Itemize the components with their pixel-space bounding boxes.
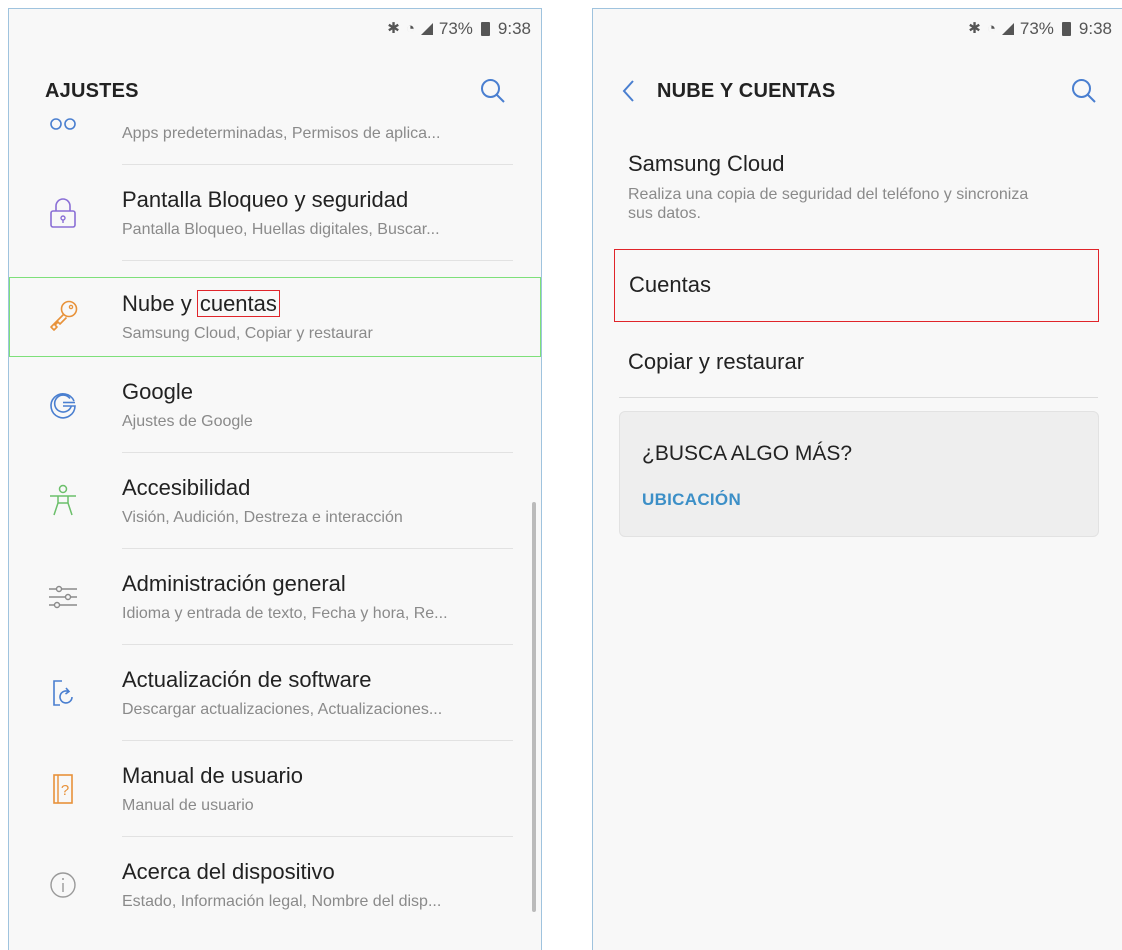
clock: 9:38 [497, 19, 531, 38]
list-item-google[interactable]: Google Ajustes de Google [9, 357, 541, 453]
list-item-general-management[interactable]: Administración general Idioma y entrada … [9, 549, 541, 645]
highlighted-word: cuentas [196, 290, 280, 317]
list-item-accounts[interactable]: Cuentas [614, 249, 1099, 322]
list-item-title: Copiar y restaurar [628, 349, 805, 374]
list-item-subtitle: Realiza una copia de seguridad del teléf… [628, 186, 1029, 222]
list-item-subtitle: Samsung Cloud, Copiar y restaurar [122, 325, 373, 342]
battery-percent: 73% [1019, 19, 1054, 38]
wifi-icon: ◔ [986, 20, 996, 37]
info-icon [45, 867, 81, 903]
key-icon [45, 297, 81, 333]
list-item-title: Manual de usuario [122, 763, 304, 788]
list-item-subtitle: Visión, Audición, Destreza e interacción [122, 509, 403, 526]
list-item-subtitle: Apps predeterminadas, Permisos de aplica… [122, 125, 441, 142]
settings-screen: ✱ ◔ 73% 9:38 AJUSTES Apps predeterminada… [8, 8, 542, 950]
scrollbar[interactable] [532, 502, 536, 912]
signal-icon [420, 23, 433, 35]
list-item-user-manual[interactable]: ? Manual de usuario Manual de usuario [9, 741, 541, 837]
search-icon[interactable] [1070, 77, 1098, 105]
list-item-subtitle: Estado, Información legal, Nombre del di… [122, 893, 442, 910]
list-item-apps[interactable]: Apps predeterminadas, Permisos de aplica… [9, 117, 541, 165]
divider [619, 397, 1098, 398]
status-bar: ✱ ◔ 73% 9:38 [387, 9, 531, 49]
list-item-title: Google [122, 379, 193, 404]
battery-icon [1061, 22, 1071, 36]
manual-icon: ? [45, 771, 81, 807]
clock: 9:38 [1078, 19, 1112, 38]
signal-icon [1001, 23, 1014, 35]
list-item-cloud-accounts[interactable]: Nube y cuentas Samsung Cloud, Copiar y r… [9, 277, 541, 357]
location-link[interactable]: UBICACIÓN [642, 490, 741, 510]
page-title: NUBE Y CUENTAS [657, 79, 836, 102]
cloud-accounts-list: Samsung Cloud Realiza una copia de segur… [593, 117, 1122, 950]
suggestion-card: ¿BUSCA ALGO MÁS? UBICACIÓN [619, 411, 1099, 537]
search-icon[interactable] [479, 77, 507, 105]
battery-icon [480, 22, 490, 36]
sliders-icon [45, 579, 81, 615]
list-item-about-device[interactable]: Acerca del dispositivo Estado, Informaci… [9, 837, 541, 933]
google-icon [45, 387, 81, 423]
svg-text:?: ? [61, 782, 69, 799]
list-item-title: Pantalla Bloqueo y seguridad [122, 187, 409, 212]
card-question: ¿BUSCA ALGO MÁS? [642, 442, 853, 465]
lock-icon [45, 195, 81, 231]
list-item-subtitle: Pantalla Bloqueo, Huellas digitales, Bus… [122, 221, 440, 238]
back-arrow-icon[interactable] [621, 77, 641, 105]
list-item-title: Acerca del dispositivo [122, 859, 335, 884]
title-prefix: Nube y [122, 291, 198, 316]
list-item-subtitle: Descargar actualizaciones, Actualizacion… [122, 701, 443, 718]
list-item-title: Samsung Cloud [628, 151, 785, 176]
list-item-accessibility[interactable]: Accesibilidad Visión, Audición, Destreza… [9, 453, 541, 549]
list-item-title: Accesibilidad [122, 475, 251, 500]
bluetooth-icon: ✱ [968, 20, 981, 37]
battery-percent: 73% [438, 19, 473, 38]
settings-list: Apps predeterminadas, Permisos de aplica… [9, 117, 541, 950]
accessibility-icon [45, 483, 81, 519]
list-item-subtitle: Ajustes de Google [122, 413, 253, 430]
cloud-accounts-screen: ✱ ◔ 73% 9:38 NUBE Y CUENTAS Samsung Clou… [592, 8, 1122, 950]
bluetooth-icon: ✱ [387, 20, 400, 37]
app-bar: AJUSTES [9, 65, 541, 117]
list-item-subtitle: Idioma y entrada de texto, Fecha y hora,… [122, 605, 448, 622]
page-title: AJUSTES [45, 79, 139, 102]
list-item-lock-security[interactable]: Pantalla Bloqueo y seguridad Pantalla Bl… [9, 165, 541, 261]
list-item-title: Nube y cuentas [122, 290, 280, 317]
apps-icon [45, 117, 81, 135]
list-item-title: Administración general [122, 571, 346, 596]
list-item-software-update[interactable]: Actualización de software Descargar actu… [9, 645, 541, 741]
list-item-title: Actualización de software [122, 667, 372, 692]
app-bar: NUBE Y CUENTAS [593, 65, 1122, 117]
list-item-title: Cuentas [629, 272, 711, 297]
list-item-subtitle: Manual de usuario [122, 797, 254, 814]
wifi-icon: ◔ [405, 20, 415, 37]
status-bar: ✱ ◔ 73% 9:38 [968, 9, 1112, 49]
update-icon [45, 675, 81, 711]
